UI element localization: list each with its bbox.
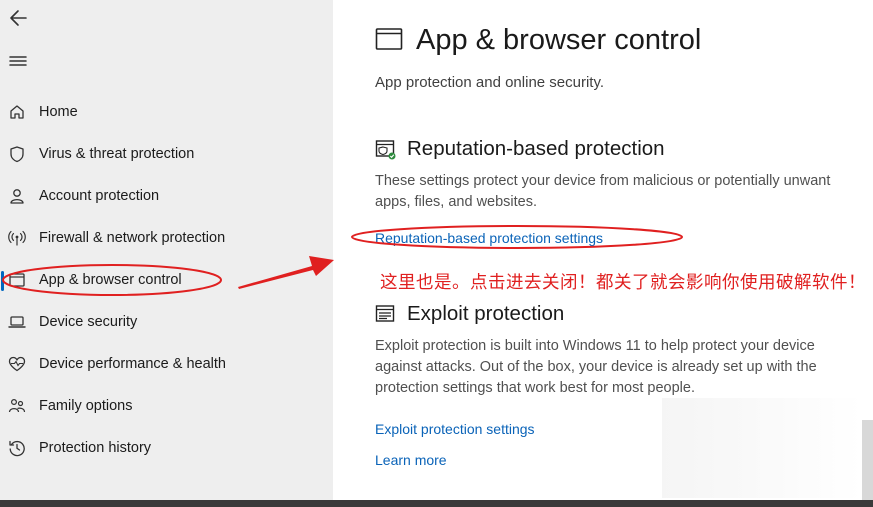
active-indicator [1, 271, 4, 291]
description-line: Exploit protection is built into Windows… [375, 338, 815, 354]
description-line: against attacks. Out of the box, your de… [375, 359, 817, 375]
menu-button[interactable] [6, 49, 32, 73]
sidebar-item-app-browser-control[interactable]: App & browser control [0, 262, 333, 298]
home-icon [8, 103, 26, 121]
reputation-settings-link[interactable]: Reputation-based protection settings [375, 230, 603, 246]
page-subtitle: App protection and online security. [375, 74, 605, 91]
sidebar-item-label: Family options [39, 398, 133, 414]
person-icon [8, 187, 26, 205]
exploit-settings-link[interactable]: Exploit protection settings [375, 421, 535, 437]
sidebar-item-label: Protection history [39, 440, 152, 456]
description-line: apps, files, and websites. [375, 194, 538, 210]
history-icon [8, 439, 26, 457]
sidebar-item-firewall-network-protection[interactable]: Firewall & network protection [0, 220, 333, 256]
app-window-icon [375, 27, 403, 51]
sidebar-item-label: Device security [39, 314, 138, 330]
back-button[interactable] [6, 6, 32, 30]
blurred-region [662, 398, 862, 498]
app-window-icon [8, 271, 26, 289]
taskbar-edge [0, 500, 873, 507]
sidebar-item-family-options[interactable]: Family options [0, 388, 333, 424]
sidebar-item-home[interactable]: Home [0, 94, 333, 130]
sidebar-item-label: Firewall & network protection [39, 230, 226, 246]
sidebar-item-label: Home [39, 104, 78, 120]
hamburger-icon [9, 56, 27, 66]
description-line: These settings protect your device from … [375, 173, 831, 189]
annotation-text: 这里也是。点击进去关闭！都关了就会影响你使用破解软件！ [380, 273, 866, 293]
reputation-description: These settings protect your device from … [375, 171, 873, 213]
sidebar-item-protection-history[interactable]: Protection history [0, 430, 333, 466]
exploit-shield-icon [375, 304, 397, 326]
sidebar-item-label: App & browser control [39, 272, 182, 288]
laptop-icon [8, 313, 26, 331]
learn-more-link[interactable]: Learn more [375, 452, 447, 468]
sidebar-item-account-protection[interactable]: Account protection [0, 178, 333, 214]
exploit-description: Exploit protection is built into Windows… [375, 336, 873, 399]
sidebar-item-virus-threat-protection[interactable]: Virus & threat protection [0, 136, 333, 172]
window-edge [862, 420, 873, 500]
description-line: protection settings that work best for m… [375, 380, 695, 396]
page-title: App & browser control [416, 24, 702, 56]
sidebar-item-device-security[interactable]: Device security [0, 304, 333, 340]
reputation-section-title: Reputation-based protection [407, 137, 665, 160]
shield-icon [8, 145, 26, 163]
heart-icon [8, 355, 26, 373]
sidebar-item-label: Device performance & health [39, 356, 226, 372]
sidebar: Home Virus & threat protection Account p… [0, 0, 333, 500]
antenna-icon [8, 229, 26, 247]
sidebar-item-device-performance-health[interactable]: Device performance & health [0, 346, 333, 382]
sidebar-item-label: Virus & threat protection [39, 146, 195, 162]
sidebar-item-label: Account protection [39, 188, 160, 204]
exploit-section-title: Exploit protection [407, 302, 565, 325]
family-icon [8, 397, 26, 415]
back-arrow-icon [10, 10, 27, 26]
reputation-shield-icon [375, 139, 397, 161]
